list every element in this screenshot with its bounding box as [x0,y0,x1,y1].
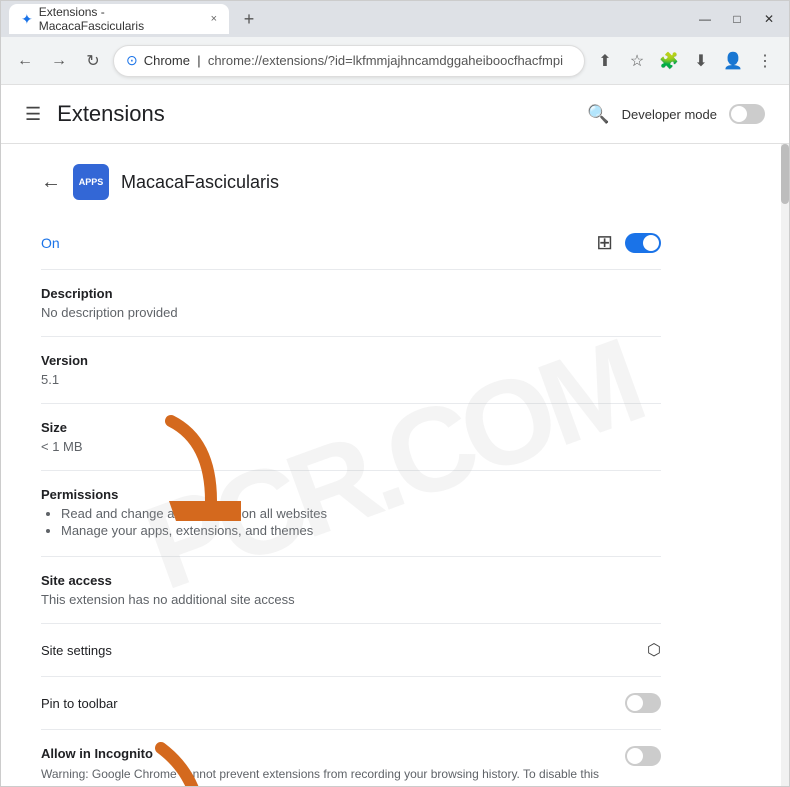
back-nav-button[interactable]: ← [11,47,39,75]
incognito-warning: Warning: Google Chrome cannot prevent ex… [41,765,613,786]
tab-title: Extensions - MacacaFascicularis [39,5,201,33]
share-button[interactable]: ⬆ [591,47,619,75]
extensions-button[interactable]: 🧩 [655,47,683,75]
site-settings-row[interactable]: Site settings ⬡ [41,624,661,677]
size-value: < 1 MB [41,439,661,454]
description-section: Description No description provided [41,270,661,337]
incognito-title: Allow in Incognito [41,746,613,761]
tab-close-btn[interactable]: × [211,13,217,25]
on-label: On [41,235,60,251]
developer-mode-knob [731,106,747,122]
size-section: Size < 1 MB [41,404,661,471]
active-tab[interactable]: ✦ Extensions - MacacaFascicularis × [9,4,229,34]
new-tab-button[interactable]: + [235,5,263,33]
extensions-header: ☰ Extensions 🔍 Developer mode [1,85,789,144]
toolbar-icons: ⬆ ☆ 🧩 ⬇ 👤 ⋮ [591,47,779,75]
incognito-toggle-knob [627,748,643,764]
incognito-header: Allow in Incognito Warning: Google Chrom… [41,746,661,786]
version-label: Version [41,353,661,368]
version-value: 5.1 [41,372,661,387]
permission-item-0: Read and change all your data on all web… [61,506,661,521]
address-bar-input[interactable]: ⊙ Chrome | chrome://extensions/?id=lkfmm… [113,45,585,77]
close-button[interactable]: ✕ [757,9,781,29]
incognito-section: Allow in Incognito Warning: Google Chrom… [41,730,661,786]
profile-button[interactable]: 👤 [719,47,747,75]
extensions-title: Extensions [57,101,165,127]
title-bar-left: ✦ Extensions - MacacaFascicularis × + [9,4,689,34]
tab-favicon: ✦ [21,11,33,28]
address-path: chrome://extensions/?id=lkfmmjajhncamdgg… [208,53,563,68]
ext-header-right: 🔍 Developer mode [587,104,765,125]
back-button[interactable]: ← [41,171,61,194]
developer-mode-label: Developer mode [622,107,717,122]
ext-header-left: ☰ Extensions [25,101,165,127]
pin-toolbar-label: Pin to toolbar [41,696,118,711]
download-button[interactable]: ⬇ [687,47,715,75]
bookmark-button[interactable]: ☆ [623,47,651,75]
pin-toolbar-row: Pin to toolbar [41,677,661,730]
forward-nav-button[interactable]: → [45,47,73,75]
browser-window: ✦ Extensions - MacacaFascicularis × + — … [0,0,790,787]
developer-mode-toggle[interactable] [729,104,765,124]
site-settings-label: Site settings [41,643,112,658]
permission-item-1: Manage your apps, extensions, and themes [61,523,661,538]
extension-detail-content: ← APPS MacacaFascicularis On ⊞ [1,144,701,786]
site-access-label: Site access [41,573,661,588]
extensions-page: ☰ Extensions 🔍 Developer mode PCR.COM [1,85,789,786]
pin-toolbar-toggle[interactable] [625,693,661,713]
address-favicon: ⊙ [126,52,138,69]
ext-icon-text: APPS [79,177,104,187]
description-value: No description provided [41,305,661,320]
address-site: Chrome [144,53,190,68]
extension-icon: APPS [73,164,109,200]
version-section: Version 5.1 [41,337,661,404]
title-bar-controls: — □ ✕ [693,9,781,29]
minimize-button[interactable]: — [693,9,717,29]
incognito-toggle[interactable] [625,746,661,766]
scrollbar-thumb[interactable] [781,144,789,204]
description-label: Description [41,286,661,301]
search-icon[interactable]: 🔍 [587,104,609,125]
reload-button[interactable]: ↻ [79,47,107,75]
site-access-section: Site access This extension has no additi… [41,557,661,624]
main-area: ☰ Extensions 🔍 Developer mode PCR.COM [1,85,789,786]
pin-toolbar-knob [627,695,643,711]
external-link-icon: ⬡ [647,640,661,660]
permissions-label: Permissions [41,487,661,502]
title-bar: ✦ Extensions - MacacaFascicularis × + — … [1,1,789,37]
address-text: Chrome | chrome://extensions/?id=lkfmmja… [144,53,572,68]
size-label: Size [41,420,661,435]
permissions-list: Read and change all your data on all web… [41,506,661,538]
on-off-row: On ⊞ [41,216,661,270]
on-right: ⊞ [596,230,661,255]
address-bar: ← → ↻ ⊙ Chrome | chrome://extensions/?id… [1,37,789,85]
extension-enabled-toggle[interactable] [625,233,661,253]
hamburger-menu[interactable]: ☰ [25,104,41,125]
content-scroll-area[interactable]: PCR.COM ← APPS MacacaFascicularis [1,144,781,786]
grid-view-icon[interactable]: ⊞ [596,230,613,255]
menu-button[interactable]: ⋮ [751,47,779,75]
site-access-value: This extension has no additional site ac… [41,592,661,607]
permissions-section: Permissions Read and change all your dat… [41,471,661,557]
back-header: ← APPS MacacaFascicularis [41,144,661,216]
maximize-button[interactable]: □ [725,9,749,29]
incognito-left: Allow in Incognito Warning: Google Chrom… [41,746,625,786]
extension-name: MacacaFascicularis [121,172,279,193]
scrollbar-track[interactable] [781,144,789,786]
enabled-toggle-knob [643,235,659,251]
